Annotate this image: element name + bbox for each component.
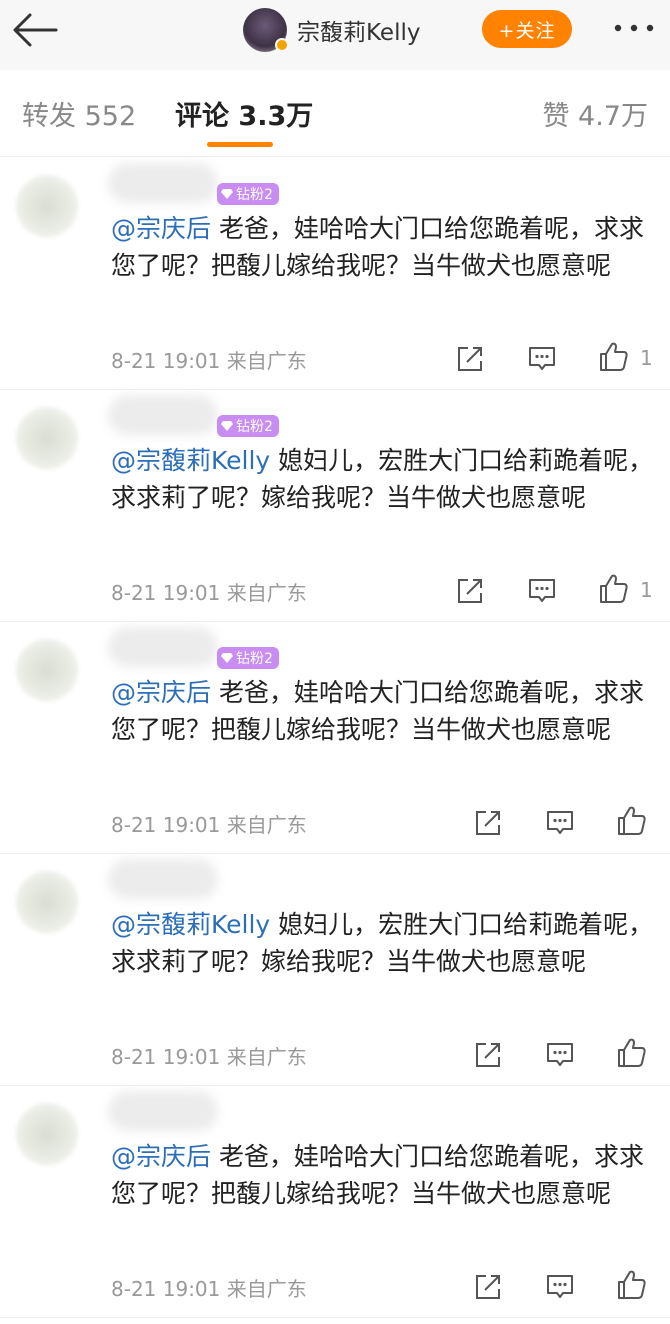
avatar[interactable] [16,639,78,701]
comment-location: 来自广东 [220,349,307,373]
comment-text: @宗馥莉Kelly 媳妇儿，宏胜大门口给莉跪着呢，求求莉了呢？嫁给我呢？当牛做犬… [111,442,656,516]
author-name[interactable]: 宗馥莉Kelly [297,13,420,47]
diamond-icon [221,421,233,431]
comment-item: 钻粉2 @宗庆后 老爸，娃哈哈大门口给您跪着呢，求求您了呢？把馥儿嫁给我呢？当牛… [0,157,670,390]
fan-badge: 钻粉2 [217,415,279,437]
tab-repost-count: 552 [84,101,137,132]
avatar[interactable] [16,871,78,933]
comment-meta: 8-21 19:01 来自广东 [111,577,307,606]
share-icon[interactable] [456,345,484,373]
thumbs-up-icon[interactable] [598,341,630,373]
share-icon[interactable] [474,809,502,837]
thumbs-up-icon[interactable] [616,1269,648,1301]
diamond-icon [221,653,233,663]
commenter-name[interactable] [108,859,218,899]
reply-icon[interactable] [528,577,556,605]
reply-icon[interactable] [546,809,574,837]
comment-time: 8-21 19:01 [111,1045,221,1069]
commenter-name[interactable] [108,627,218,667]
commenter-name[interactable] [108,1091,218,1131]
mention-link[interactable]: @宗馥莉Kelly [111,446,270,475]
tab-comment-count: 3.3万 [238,101,314,132]
mention-link[interactable]: @宗庆后 [111,678,211,707]
comment-meta: 8-21 19:01 来自广东 [111,345,307,374]
avatar[interactable] [16,175,78,237]
diamond-icon [221,189,233,199]
follow-button[interactable]: +关注 [482,10,572,48]
back-arrow-icon[interactable] [10,10,60,50]
comment-time: 8-21 19:01 [111,349,221,373]
share-icon[interactable] [474,1041,502,1069]
tab-like[interactable]: 赞 4.7万 [542,94,648,133]
comment-text: @宗庆后 老爸，娃哈哈大门口给您跪着呢，求求您了呢？把馥儿嫁给我呢？当牛做犬也愿… [111,674,656,748]
tab-like-count: 4.7万 [578,101,648,132]
avatar[interactable] [16,1103,78,1165]
reply-icon[interactable] [546,1041,574,1069]
tab-comment[interactable]: 评论 3.3万 [175,94,313,133]
commenter-name[interactable] [108,395,218,435]
active-tab-indicator [207,142,273,147]
like-count: 1 [640,578,653,602]
comment-item: 钻粉2 @宗馥莉Kelly 媳妇儿，宏胜大门口给莉跪着呢，求求莉了呢？嫁给我呢？… [0,389,670,622]
top-bar: 宗馥莉Kelly +关注 [0,0,670,71]
comment-time: 8-21 19:01 [111,581,221,605]
thumbs-up-icon[interactable] [598,573,630,605]
fan-badge-label: 钻粉2 [236,651,273,667]
comment-meta: 8-21 19:01 来自广东 [111,809,307,838]
comment-time: 8-21 19:01 [111,813,221,837]
verified-badge-icon [275,38,289,52]
reply-icon[interactable] [528,345,556,373]
fan-badge-label: 钻粉2 [236,187,273,203]
mention-link[interactable]: @宗庆后 [111,214,211,243]
thumbs-up-icon[interactable] [616,1037,648,1069]
comment-item: 钻粉2 @宗庆后 老爸，娃哈哈大门口给您跪着呢，求求您了呢？把馥儿嫁给我呢？当牛… [0,621,670,854]
comment-item: @宗馥莉Kelly 媳妇儿，宏胜大门口给莉跪着呢，求求莉了呢？嫁给我呢？当牛做犬… [0,853,670,1086]
tab-repost[interactable]: 转发 552 [22,94,136,133]
comment-meta: 8-21 19:01 来自广东 [111,1041,307,1070]
avatar[interactable] [16,407,78,469]
comment-text: @宗庆后 老爸，娃哈哈大门口给您跪着呢，求求您了呢？把馥儿嫁给我呢？当牛做犬也愿… [111,1138,656,1212]
tab-repost-label: 转发 [22,101,76,132]
mention-link[interactable]: @宗馥莉Kelly [111,910,270,939]
tab-like-label: 赞 [542,101,570,132]
mention-link[interactable]: @宗庆后 [111,1142,211,1171]
share-icon[interactable] [474,1273,502,1301]
comment-location: 来自广东 [220,813,307,837]
comment-time: 8-21 19:01 [111,1277,221,1301]
comment-location: 来自广东 [220,581,307,605]
share-icon[interactable] [456,577,484,605]
avatar[interactable] [243,8,289,52]
thumbs-up-icon[interactable] [616,805,648,837]
author-info[interactable]: 宗馥莉Kelly [243,6,420,54]
tab-bar: 转发 552 评论 3.3万 赞 4.7万 [0,70,670,157]
comment-location: 来自广东 [220,1045,307,1069]
commenter-name[interactable] [108,163,218,203]
like-count: 1 [640,346,653,370]
comment-item: @宗庆后 老爸，娃哈哈大门口给您跪着呢，求求您了呢？把馥儿嫁给我呢？当牛做犬也愿… [0,1085,670,1318]
comment-meta: 8-21 19:01 来自广东 [111,1273,307,1302]
fan-badge: 钻粉2 [217,647,279,669]
more-dots-icon[interactable] [611,22,657,34]
comment-text: @宗庆后 老爸，娃哈哈大门口给您跪着呢，求求您了呢？把馥儿嫁给我呢？当牛做犬也愿… [111,210,656,284]
reply-icon[interactable] [546,1273,574,1301]
comment-text: @宗馥莉Kelly 媳妇儿，宏胜大门口给莉跪着呢，求求莉了呢？嫁给我呢？当牛做犬… [111,906,656,980]
tab-comment-label: 评论 [175,101,229,132]
fan-badge-label: 钻粉2 [236,419,273,435]
fan-badge: 钻粉2 [217,183,279,205]
comment-location: 来自广东 [220,1277,307,1301]
